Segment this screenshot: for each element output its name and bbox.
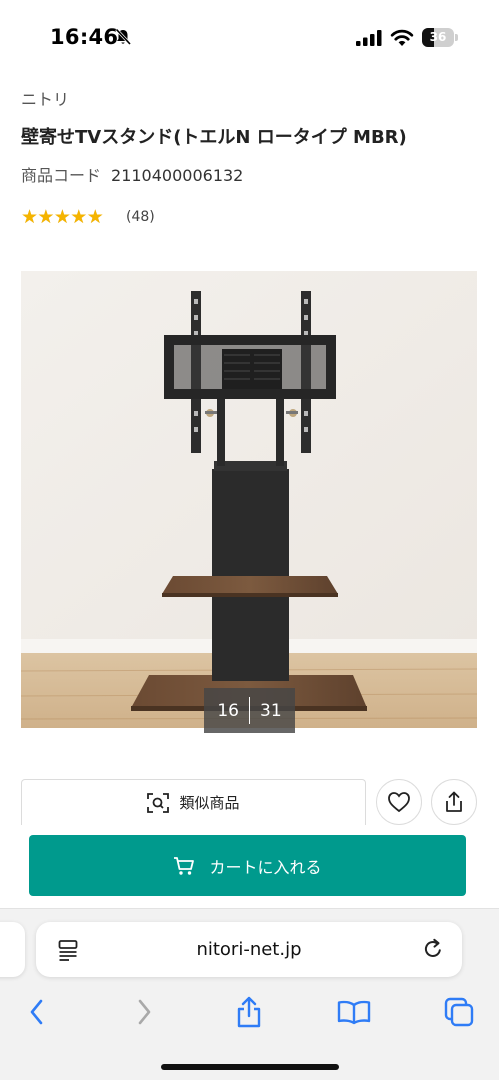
review-count[interactable]: (48) — [126, 209, 155, 225]
browser-toolbar: nitori-net.jp — [0, 908, 499, 1080]
address-bar[interactable]: nitori-net.jp — [36, 922, 462, 977]
product-code: 商品コード 2110400006132 — [21, 162, 243, 186]
product-code-label: 商品コード — [21, 166, 102, 185]
forward-icon — [138, 999, 151, 1025]
image-counter-divider — [249, 697, 250, 724]
status-bar: 16:46 36 — [0, 0, 499, 74]
heart-icon — [388, 792, 410, 813]
back-button[interactable] — [19, 994, 55, 1030]
favorite-button[interactable] — [376, 779, 422, 825]
rating[interactable]: ★★★★★ ★★★★★ (48) — [21, 206, 155, 228]
product-code-value: 2110400006132 — [111, 166, 244, 185]
home-indicator — [161, 1064, 339, 1070]
previous-tab-address-bar[interactable] — [0, 922, 25, 977]
battery-icon: 36 — [422, 28, 458, 47]
product-title: 壁寄せTVスタンド(トエルN ロータイプ MBR) — [21, 127, 407, 148]
brand-name[interactable]: ニトリ — [21, 86, 69, 110]
signal-icon — [356, 30, 382, 46]
add-to-cart-label: カートに入れる — [209, 857, 322, 877]
reload-icon[interactable] — [422, 938, 444, 960]
product-image[interactable] — [21, 271, 477, 728]
image-counter-current: 16 — [217, 700, 239, 721]
wifi-icon — [390, 29, 414, 46]
bookmarks-button[interactable] — [336, 994, 372, 1030]
bell-slash-icon — [115, 28, 132, 46]
stars-filled: ★★★★★ — [21, 207, 104, 227]
bookmarks-icon — [337, 1000, 371, 1025]
tabs-button[interactable] — [441, 994, 477, 1030]
browser-share-button[interactable] — [231, 994, 267, 1030]
url-text[interactable]: nitori-net.jp — [36, 922, 462, 977]
image-counter: 16 31 — [204, 688, 295, 733]
similar-products-label: 類似商品 — [179, 794, 240, 812]
cart-icon — [174, 856, 195, 875]
image-counter-total: 31 — [260, 700, 282, 721]
share-icon — [237, 996, 261, 1028]
tabs-icon — [444, 997, 474, 1027]
similar-products-button[interactable]: 類似商品 — [21, 779, 366, 825]
rating-stars: ★★★★★ ★★★★★ — [21, 207, 118, 227]
add-to-cart-button[interactable]: カートに入れる — [29, 835, 466, 896]
battery-level: 36 — [429, 30, 447, 44]
scan-icon — [147, 792, 170, 813]
share-icon — [446, 791, 462, 812]
status-time: 16:46 — [50, 25, 119, 49]
forward-button[interactable] — [126, 994, 162, 1030]
share-product-button[interactable] — [431, 779, 477, 825]
back-icon — [30, 999, 43, 1025]
